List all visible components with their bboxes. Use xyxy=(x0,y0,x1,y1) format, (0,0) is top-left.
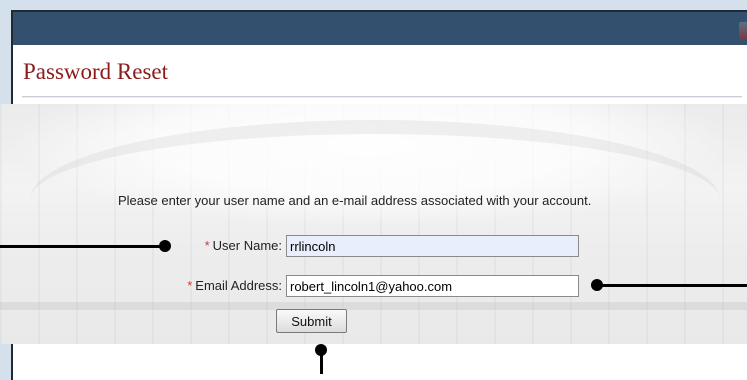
required-marker: * xyxy=(187,278,193,293)
instructions-text: Please enter your user name and an e-mai… xyxy=(118,193,592,208)
submit-button[interactable]: Submit xyxy=(276,309,347,333)
username-callout-line xyxy=(0,245,165,248)
email-label: Email Address: xyxy=(195,278,282,293)
email-callout-line xyxy=(598,284,747,287)
required-marker: * xyxy=(204,238,210,253)
email-label-group: * Email Address: xyxy=(0,275,282,297)
username-callout-dot xyxy=(159,240,171,252)
header-bar xyxy=(13,12,747,45)
email-label-wrap: * Email Address: xyxy=(187,278,282,293)
email-input[interactable] xyxy=(286,275,579,297)
username-input[interactable] xyxy=(286,235,579,257)
header-logo-icon[interactable] xyxy=(739,22,747,40)
background-ledge xyxy=(0,302,747,310)
email-callout-dot xyxy=(591,279,603,291)
title-divider xyxy=(22,96,742,98)
username-label: User Name: xyxy=(212,238,282,253)
submit-callout-line xyxy=(320,350,323,374)
username-label-wrap: * User Name: xyxy=(205,238,282,253)
page-title: Password Reset xyxy=(23,59,169,84)
